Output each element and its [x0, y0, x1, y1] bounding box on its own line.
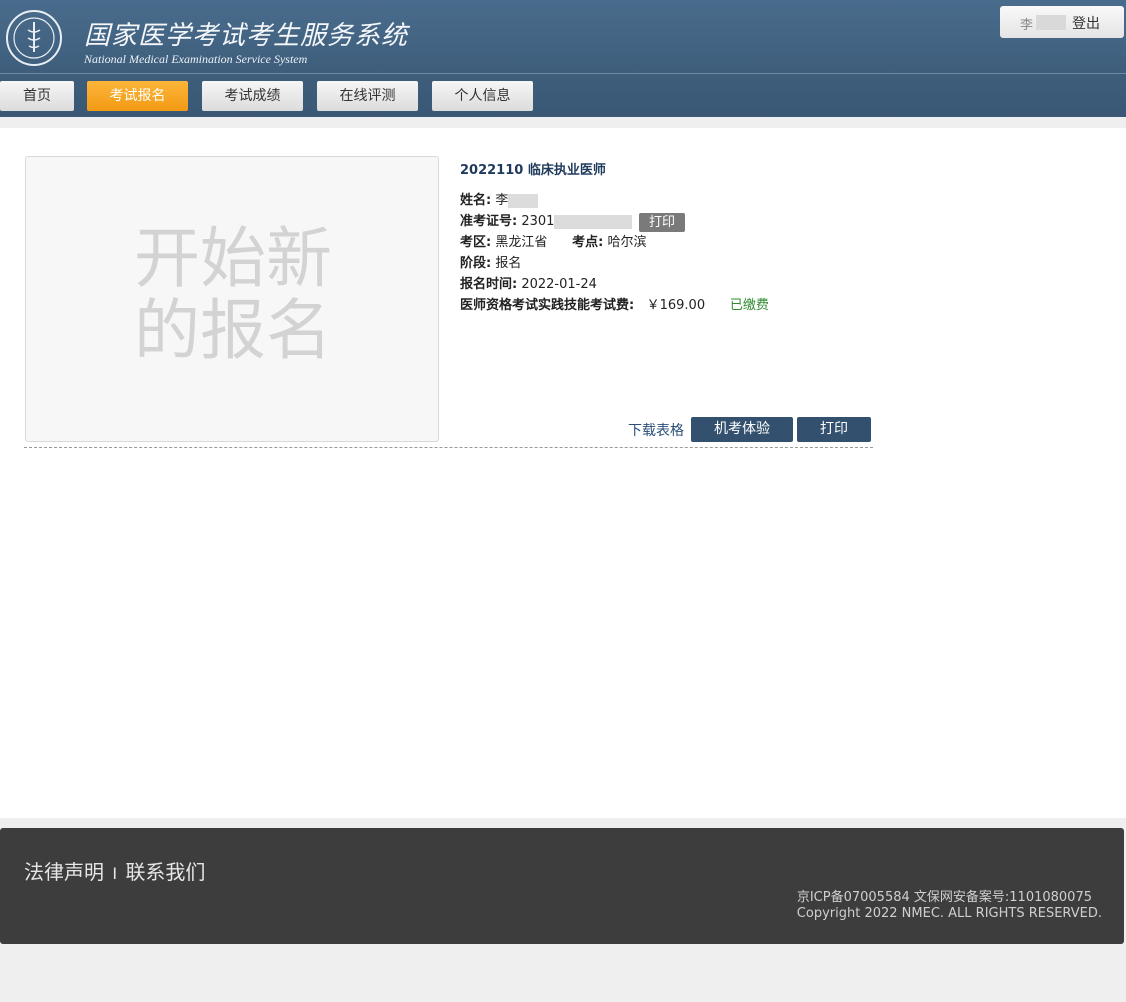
ticket-value: 2301: [521, 214, 555, 229]
header-divider: [0, 73, 1126, 74]
stage-value: 报名: [495, 256, 522, 271]
region-value: 黑龙江省: [495, 235, 548, 250]
info-date: 报名时间: 2022-01-24: [460, 275, 597, 295]
page-footer: 法律声明 I 联系我们 京ICP备07005584 文保网安备案号:110108…: [0, 828, 1124, 944]
footer-separator: I: [112, 864, 118, 883]
system-title: 国家医学考试考生服务系统: [84, 21, 409, 51]
legal-statement-link[interactable]: 法律声明: [24, 860, 104, 884]
fee-value: ￥169.00: [646, 298, 706, 313]
user-name-mask: [1036, 15, 1066, 30]
site-label: 考点:: [572, 235, 604, 250]
nmec-logo-icon: [6, 10, 62, 66]
info-name: 姓名: 李: [460, 191, 539, 211]
info-stage: 阶段: 报名: [460, 254, 521, 274]
date-value: 2022-01-24: [521, 277, 597, 292]
site-value: 哈尔滨: [607, 235, 647, 250]
info-region: 考区: 黑龙江省 考点: 哈尔滨: [460, 233, 647, 253]
stage-label: 阶段:: [460, 256, 492, 271]
name-mask: [508, 193, 539, 208]
app-header: 国家医学考试考生服务系统 National Medical Examinatio…: [0, 0, 1126, 117]
new-registration-box[interactable]: 开始新的报名: [25, 156, 439, 442]
nav-online-assessment[interactable]: 在线评测: [317, 81, 418, 111]
nav-exam-scores[interactable]: 考试成绩: [202, 81, 303, 111]
ticket-label: 准考证号:: [460, 214, 518, 229]
copyright: Copyright 2022 NMEC. ALL RIGHTS RESERVED…: [796, 906, 1102, 921]
system-subtitle: National Medical Examination Service Sys…: [84, 52, 308, 66]
ticket-mask: [554, 214, 633, 229]
name-label: 姓名:: [460, 193, 492, 208]
user-box: 李 登出: [1000, 6, 1124, 38]
fee-label: 医师资格考试实践技能考试费:: [460, 298, 635, 313]
mock-exam-button[interactable]: 机考体验: [691, 417, 793, 442]
main-panel: 开始新的报名 2022110 临床执业医师 姓名: 李 准考证号: 2301 打…: [0, 128, 1126, 818]
nav-home[interactable]: 首页: [0, 81, 74, 111]
print-button[interactable]: 打印: [797, 417, 871, 442]
contact-us-link[interactable]: 联系我们: [125, 860, 205, 884]
ticket-print-button[interactable]: 打印: [639, 213, 685, 232]
new-registration-text: 开始新的报名: [134, 220, 332, 369]
info-fee: 医师资格考试实践技能考试费: ￥169.00 已缴费: [460, 296, 769, 316]
section-divider: [24, 447, 873, 448]
icp-record: 京ICP备07005584 文保网安备案号:1101080075: [796, 890, 1092, 905]
download-form-link[interactable]: 下载表格: [628, 420, 684, 440]
exam-title: 2022110 临床执业医师: [460, 163, 606, 178]
user-name: 李: [1020, 18, 1034, 33]
date-label: 报名时间:: [460, 277, 518, 292]
nav-exam-registration[interactable]: 考试报名: [87, 81, 188, 111]
nav-personal-info[interactable]: 个人信息: [432, 81, 533, 111]
name-value: 李: [495, 193, 509, 208]
region-label: 考区:: [460, 235, 492, 250]
fee-status-badge: 已缴费: [729, 298, 769, 313]
footer-links: 法律声明 I 联系我们: [24, 856, 205, 885]
info-ticket: 准考证号: 2301: [460, 212, 633, 232]
logout-button[interactable]: 登出: [1072, 13, 1100, 33]
